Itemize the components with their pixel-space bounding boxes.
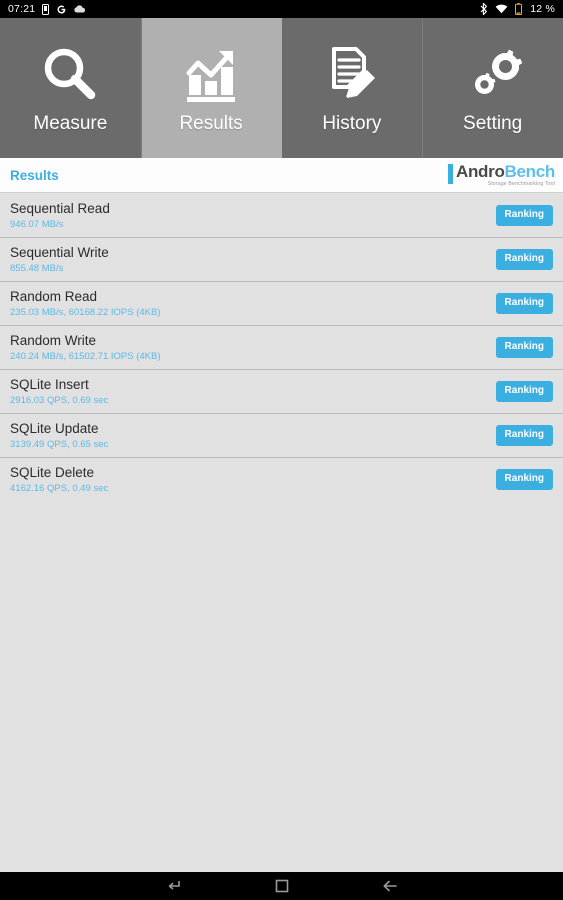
results-list: Sequential Read 946.07 MB/s Ranking Sequ… (0, 193, 563, 501)
tab-setting[interactable]: Setting (422, 18, 563, 158)
document-pencil-icon (321, 41, 383, 107)
status-clock: 07:21 (8, 3, 36, 15)
androbench-logo: AndroBench Storage Benchmarking Tool (447, 163, 555, 187)
ranking-button[interactable]: Ranking (495, 468, 553, 490)
result-value: 235.03 MB/s, 60168.22 IOPS (4KB) (10, 306, 161, 318)
battery-percent-label: 12 % (530, 3, 555, 15)
status-bar-left: 07:21 (8, 3, 86, 15)
result-name: SQLite Delete (10, 464, 95, 480)
result-name: Random Write (10, 332, 97, 348)
row-text: Sequential Write 855.48 MB/s (10, 245, 109, 274)
row-text: SQLite Delete 4162.16 QPS, 0.49 sec (10, 465, 108, 494)
google-icon (56, 4, 67, 15)
result-value: 240.24 MB/s, 61502.71 IOPS (4KB) (10, 350, 161, 362)
logo-andro: Andro (455, 161, 505, 181)
result-name: SQLite Update (10, 420, 99, 436)
empty-content-area (0, 501, 563, 853)
row-text: SQLite Update 3139.49 QPS, 0.65 sec (10, 421, 108, 450)
result-name: Sequential Read (10, 200, 110, 216)
result-name: Sequential Write (10, 244, 109, 260)
ranking-button[interactable]: Ranking (495, 380, 553, 402)
page-title: Results (10, 167, 59, 183)
sim-card-icon (42, 3, 50, 15)
logo-accent-bar (447, 163, 453, 184)
cloud-icon (74, 5, 86, 13)
phone-screen: 07:21 12 % Measure Results History Setti… (0, 0, 563, 900)
battery-icon (515, 3, 523, 15)
result-value: 946.07 MB/s (10, 218, 64, 230)
result-value: 2916.03 QPS, 0.69 sec (10, 394, 109, 406)
table-row[interactable]: SQLite Delete 4162.16 QPS, 0.49 sec Rank… (0, 457, 563, 501)
status-bar: 07:21 12 % (0, 0, 563, 18)
result-value: 855.48 MB/s (10, 262, 64, 274)
ranking-button[interactable]: Ranking (495, 424, 553, 446)
table-row[interactable]: Random Write 240.24 MB/s, 61502.71 IOPS … (0, 325, 563, 369)
row-text: Random Read 235.03 MB/s, 60168.22 IOPS (… (10, 289, 161, 318)
table-row[interactable]: SQLite Insert 2916.03 QPS, 0.69 sec Rank… (0, 369, 563, 413)
result-value: 3139.49 QPS, 0.65 sec (10, 438, 109, 450)
result-name: SQLite Insert (10, 376, 89, 392)
logo-wordmark: AndroBench (456, 163, 555, 180)
logo-text: AndroBench Storage Benchmarking Tool (456, 163, 555, 187)
tab-measure-label: Measure (33, 113, 108, 134)
row-text: SQLite Insert 2916.03 QPS, 0.69 sec (10, 377, 108, 406)
ranking-button[interactable]: Ranking (495, 292, 553, 314)
bar-chart-icon (180, 41, 242, 107)
page-header: Results AndroBench Storage Benchmarking … (0, 158, 563, 193)
tab-history[interactable]: History (281, 18, 423, 158)
wifi-icon (495, 4, 508, 14)
table-row[interactable]: Random Read 235.03 MB/s, 60168.22 IOPS (… (0, 281, 563, 325)
system-navigation-bar (0, 872, 563, 900)
tab-history-label: History (322, 113, 382, 134)
table-row[interactable]: SQLite Update 3139.49 QPS, 0.65 sec Rank… (0, 413, 563, 457)
row-text: Sequential Read 946.07 MB/s (10, 201, 110, 230)
tab-setting-label: Setting (463, 113, 523, 134)
home-square-icon[interactable] (259, 872, 305, 900)
tab-results-label: Results (179, 113, 243, 134)
tab-measure[interactable]: Measure (0, 18, 141, 158)
row-text: Random Write 240.24 MB/s, 61502.71 IOPS … (10, 333, 161, 362)
logo-bench: Bench (504, 161, 556, 181)
ranking-button[interactable]: Ranking (495, 336, 553, 358)
magnifier-icon (39, 41, 101, 107)
bluetooth-icon (480, 3, 488, 15)
ranking-button[interactable]: Ranking (495, 248, 553, 270)
tab-results[interactable]: Results (140, 18, 282, 158)
logo-subtitle: Storage Benchmarking Tool (487, 180, 555, 187)
ranking-button[interactable]: Ranking (495, 204, 553, 226)
switch-app-icon[interactable] (151, 872, 197, 900)
back-arrow-icon[interactable] (367, 872, 413, 900)
result-value: 4162.16 QPS, 0.49 sec (10, 482, 109, 494)
result-name: Random Read (10, 288, 98, 304)
gears-icon (462, 41, 524, 107)
table-row[interactable]: Sequential Read 946.07 MB/s Ranking (0, 193, 563, 237)
status-bar-right: 12 % (480, 3, 555, 15)
table-row[interactable]: Sequential Write 855.48 MB/s Ranking (0, 237, 563, 281)
main-tab-bar: Measure Results History Setting (0, 18, 563, 158)
